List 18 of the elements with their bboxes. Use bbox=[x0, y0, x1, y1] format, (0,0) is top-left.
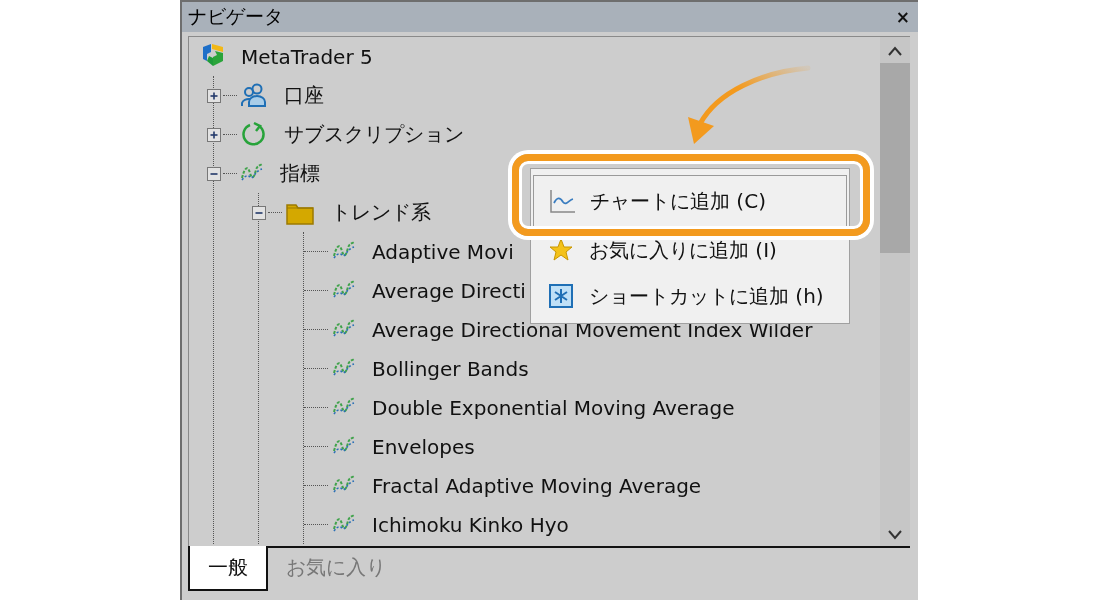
menu-item[interactable]: お気に入りに追加 (I) bbox=[533, 227, 847, 273]
tree-item[interactable]: Envelopes bbox=[372, 434, 475, 459]
tree-item[interactable]: トレンド系 bbox=[331, 199, 431, 226]
tree-item[interactable]: 指標 bbox=[280, 160, 320, 187]
tree-item[interactable]: Double Exponential Moving Average bbox=[372, 395, 735, 420]
window-title: ナビゲータ bbox=[188, 4, 283, 29]
tab[interactable]: 一般 bbox=[188, 546, 268, 591]
menu-item[interactable]: ショートカットに追加 (h) bbox=[533, 273, 847, 319]
close-button[interactable]: × bbox=[895, 7, 910, 27]
tree-item[interactable]: 口座 bbox=[284, 82, 324, 109]
tree-item[interactable]: Fractal Adaptive Moving Average bbox=[372, 473, 702, 498]
tree-item[interactable]: Bollinger Bands bbox=[372, 356, 529, 381]
menu-item[interactable]: チャートに追加 (C) bbox=[533, 175, 847, 227]
tree-item[interactable]: MetaTrader 5 bbox=[241, 44, 373, 69]
tree-item[interactable]: Average Directi bbox=[372, 278, 526, 303]
tree-item[interactable]: サブスクリプション bbox=[284, 121, 464, 148]
tree-item[interactable]: Adaptive Movi bbox=[372, 239, 514, 264]
tree-item[interactable]: Ichimoku Kinko Hyo bbox=[372, 512, 569, 537]
